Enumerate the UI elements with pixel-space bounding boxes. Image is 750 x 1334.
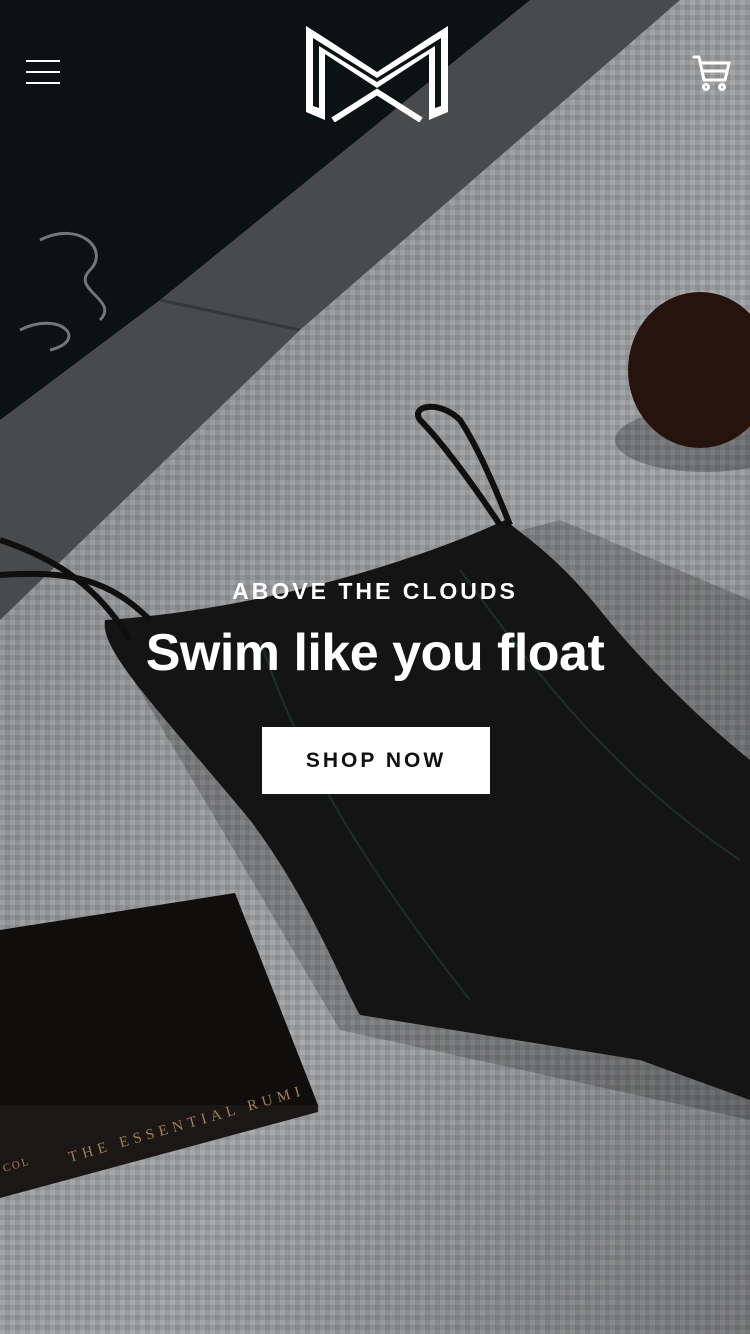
hero-headline: Swim like you float [145, 624, 605, 682]
brand-logo-icon[interactable] [303, 24, 451, 122]
hero-text-block: ABOVE THE CLOUDS Swim like you float [0, 578, 750, 683]
hamburger-menu-icon[interactable] [24, 58, 64, 88]
site-header [0, 0, 750, 150]
hero-banner: THE ESSENTIAL RUMI COL ABOVE THE CLOUDS … [0, 0, 750, 1334]
shopping-cart-icon[interactable] [690, 52, 732, 94]
hero-eyebrow: ABOVE THE CLOUDS [232, 578, 518, 604]
shop-now-button[interactable]: SHOP NOW [262, 727, 490, 794]
